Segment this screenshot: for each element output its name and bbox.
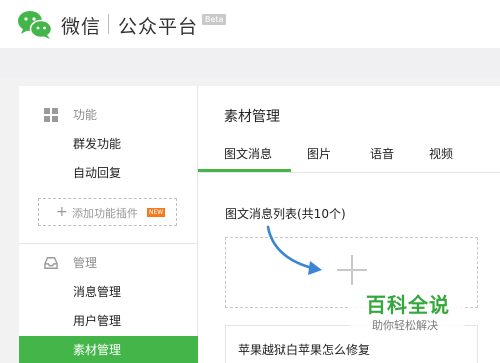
inbox-icon: [44, 257, 58, 269]
sidebar: 功能 群发功能 自动回复 + 添加功能插件 NEW 管理 消息管理 用户管理 素…: [19, 86, 198, 363]
tab-voice[interactable]: 语音: [370, 145, 394, 162]
sidebar-item-auto-reply[interactable]: 自动回复: [19, 159, 198, 187]
beta-badge: Beta: [202, 14, 227, 25]
page-title: 素材管理: [224, 109, 280, 125]
add-plugin-label: 添加功能插件: [72, 207, 138, 220]
top-bar: 微信 公众平台 Beta: [0, 0, 500, 48]
sidebar-section-function: 功能: [19, 101, 198, 129]
grid-icon: [44, 108, 58, 122]
brand-name: 微信: [61, 16, 102, 38]
sidebar-section-label: 功能: [73, 108, 98, 122]
watermark: 百科全说 助你轻松解决: [350, 287, 465, 339]
brand-subtitle: 公众平台: [118, 16, 199, 38]
watermark-subtitle: 助你轻松解决: [372, 319, 438, 332]
tab-articles[interactable]: 图文消息: [224, 145, 272, 162]
sidebar-section-manage: 管理: [19, 249, 198, 277]
tab-video[interactable]: 视频: [429, 145, 453, 162]
sidebar-item-materials[interactable]: 素材管理: [19, 336, 198, 363]
watermark-title: 百科全说: [366, 293, 450, 317]
tab-images[interactable]: 图片: [307, 145, 331, 162]
plus-icon: +: [56, 204, 68, 220]
sidebar-item-users[interactable]: 用户管理: [19, 307, 198, 335]
sidebar-divider: [19, 243, 198, 244]
sidebar-item-broadcast[interactable]: 群发功能: [19, 130, 198, 158]
sidebar-item-messages[interactable]: 消息管理: [19, 278, 198, 306]
annotation-arrow-icon: [266, 225, 322, 275]
wechat-logo-icon[interactable]: [17, 9, 53, 41]
article-title: 苹果越狱白苹果怎么修复: [238, 343, 371, 357]
sidebar-section-label: 管理: [73, 256, 98, 270]
active-tab-indicator: [198, 169, 291, 172]
add-plugin-button[interactable]: + 添加功能插件 NEW: [38, 198, 177, 226]
tab-bar: 图文消息 图片 语音 视频: [198, 138, 500, 173]
new-badge: NEW: [147, 208, 166, 217]
header-band: [0, 48, 500, 78]
brand-separator: [108, 14, 109, 34]
article-list-title: 图文消息列表(共10个): [225, 207, 346, 221]
